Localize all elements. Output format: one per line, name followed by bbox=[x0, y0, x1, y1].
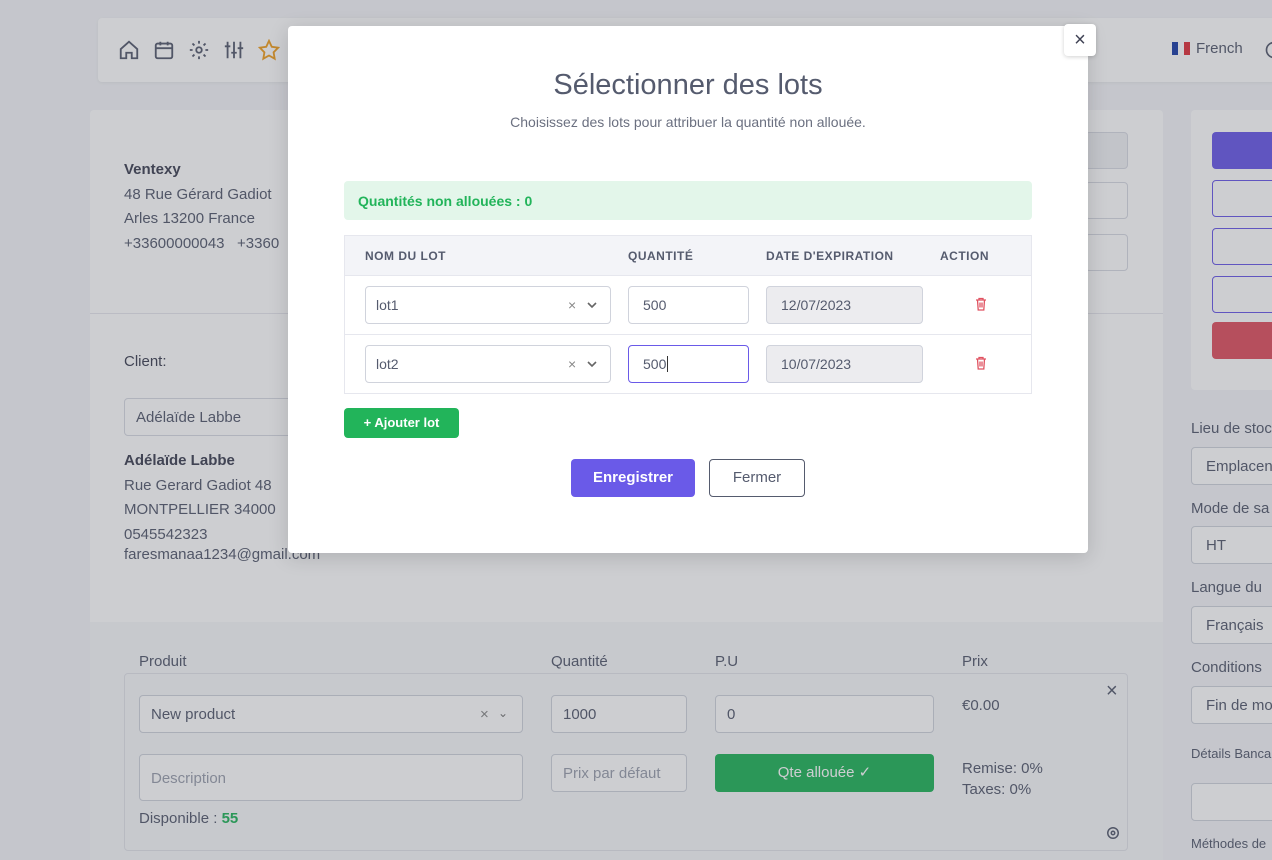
modal-close-button[interactable]: × bbox=[1064, 24, 1096, 56]
trash-icon[interactable] bbox=[975, 297, 987, 311]
clear-icon[interactable]: × bbox=[568, 297, 576, 313]
lots-table: NOM DU LOT QUANTITÉ DATE D'EXPIRATION AC… bbox=[344, 235, 1032, 394]
add-lot-button[interactable]: + Ajouter lot bbox=[344, 408, 459, 438]
lot-expiry-field: 12/07/2023 bbox=[766, 286, 923, 324]
th-lot-name: NOM DU LOT bbox=[365, 249, 446, 263]
th-expiry: DATE D'EXPIRATION bbox=[766, 249, 894, 263]
th-quantity: QUANTITÉ bbox=[628, 249, 694, 263]
text-caret bbox=[667, 356, 669, 372]
lot-select[interactable]: lot1 × bbox=[365, 286, 611, 324]
lot-select[interactable]: lot2 × bbox=[365, 345, 611, 383]
lot-expiry-field: 10/07/2023 bbox=[766, 345, 923, 383]
lot-row: lot2 × 500 10/07/2023 bbox=[345, 335, 1031, 394]
th-action: ACTION bbox=[940, 249, 989, 263]
lot-select-value: lot2 bbox=[376, 356, 399, 372]
lot-select-value: lot1 bbox=[376, 297, 399, 313]
chevron-down-icon[interactable] bbox=[586, 358, 598, 370]
select-lots-modal: × Sélectionner des lots Choisissez des l… bbox=[288, 24, 1096, 553]
lot-quantity-input[interactable]: 500 bbox=[628, 286, 749, 324]
clear-icon[interactable]: × bbox=[568, 356, 576, 372]
lot-row: lot1 × 500 12/07/2023 bbox=[345, 276, 1031, 335]
close-icon: × bbox=[1074, 29, 1086, 51]
modal-title: Sélectionner des lots bbox=[553, 69, 823, 101]
lot-quantity-input[interactable]: 500 bbox=[628, 345, 749, 383]
chevron-down-icon[interactable] bbox=[586, 299, 598, 311]
modal-subtitle: Choisissez des lots pour attribuer la qu… bbox=[510, 114, 866, 130]
save-button[interactable]: Enregistrer bbox=[571, 459, 695, 497]
lot-quantity-value: 500 bbox=[643, 356, 667, 372]
trash-icon[interactable] bbox=[975, 356, 987, 370]
close-button[interactable]: Fermer bbox=[709, 459, 805, 497]
unallocated-quantity-alert: Quantités non allouées : 0 bbox=[344, 181, 1032, 220]
lots-table-header: NOM DU LOT QUANTITÉ DATE D'EXPIRATION AC… bbox=[345, 236, 1031, 276]
